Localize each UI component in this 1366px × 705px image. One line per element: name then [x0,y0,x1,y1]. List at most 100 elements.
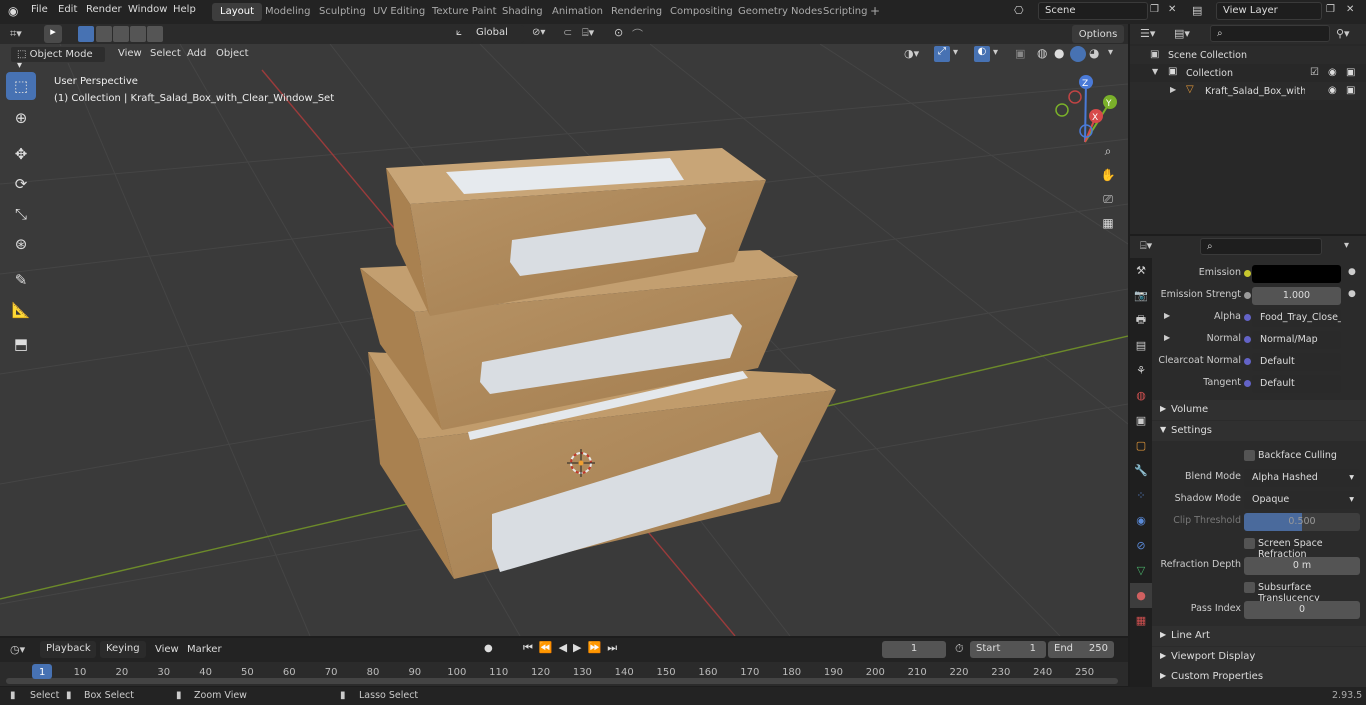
clip-threshold-slider[interactable]: 0.500 [1244,513,1360,531]
camera-icon[interactable]: ⎚ [1098,192,1118,212]
tab-compositing[interactable]: Compositing [662,3,741,21]
select-intersect-icon[interactable] [147,26,163,42]
modifier-tab-icon[interactable]: 🔧 [1130,458,1152,483]
tab-shading[interactable]: Shading [494,3,551,21]
custom-properties-panel-header[interactable]: ▶ Custom Properties [1152,667,1366,687]
properties-editor-icon[interactable]: ⌸▾ [1140,239,1152,253]
data-tab-icon[interactable]: ▽ [1130,558,1152,583]
output-tab-icon[interactable]: 🖶 [1130,308,1152,333]
backface-culling-checkbox[interactable] [1244,450,1255,461]
navigation-gizmo[interactable]: Z Y X [1055,75,1117,143]
solid-shading-icon[interactable]: ● [1054,46,1064,60]
start-frame-field[interactable]: Start 1 [970,641,1046,658]
scale-tool-icon[interactable]: ⤡ [6,200,36,228]
snap-target-icon[interactable]: ⌸▾ [582,26,594,40]
proportional-edit-icon[interactable]: ⊙ [614,26,623,39]
gizmo-dropdown-icon[interactable]: ▾ [953,47,958,58]
camera-render-icon[interactable]: ▣ [1346,67,1355,78]
properties-search-input[interactable]: ⌕ [1200,238,1322,255]
clearcoat-normal-field[interactable]: Default [1252,353,1341,371]
shadow-mode-dropdown[interactable]: Opaque ▾ [1244,491,1360,509]
emission-color-swatch[interactable] [1252,265,1341,283]
falloff-icon[interactable]: ⌒ [632,26,643,42]
select-extend-icon[interactable] [96,26,112,42]
timeline-editor-icon[interactable]: ◷▾ [10,643,25,656]
tab-layout[interactable]: Layout [212,3,262,21]
visibility-icon[interactable]: ◑▾ [904,47,919,60]
tab-rendering[interactable]: Rendering [603,3,670,21]
orientation-dropdown[interactable]: Global [470,25,524,43]
transform-tool-icon[interactable]: ⊛ [6,230,36,258]
perspective-toggle-icon[interactable]: ▦ [1098,216,1118,236]
close-view-layer-icon[interactable]: ✕ [1346,4,1354,15]
scene-tab-icon[interactable]: ⚘ [1130,358,1152,383]
tab-scripting[interactable]: Scripting [815,3,875,21]
gizmo-toggle-icon[interactable]: ⤢ [934,46,950,62]
timeline-scrollbar[interactable] [6,678,1118,684]
tab-uv-editing[interactable]: UV Editing [365,3,433,21]
alpha-expand-icon[interactable]: ▶ [1164,311,1170,320]
sss-row[interactable]: Subsurface Translucency [1152,577,1366,604]
annotate-tool-icon[interactable]: ✎ [6,266,36,294]
pan-hand-icon[interactable]: ✋ [1098,168,1118,188]
particles-tab-icon[interactable]: ⁘ [1130,483,1152,508]
select-new-icon[interactable] [78,26,94,42]
scene-collection-row[interactable]: ▣ Scene Collection [1130,46,1366,64]
menu-add[interactable]: Add [187,48,206,59]
overlay-dropdown-icon[interactable]: ▾ [993,47,998,58]
copy-view-layer-icon[interactable]: ❐ [1326,4,1335,15]
tab-texture-paint[interactable]: Texture Paint [424,3,505,21]
menu-view[interactable]: View [118,48,142,59]
cursor-tool-icon[interactable]: ⊕ [6,104,36,132]
select-box-tool-icon[interactable]: ⬚ [6,72,36,100]
tool-tab-icon[interactable]: ⚒ [1130,258,1152,283]
emission-strength-field[interactable]: 1.000 [1252,287,1341,305]
tangent-socket-icon[interactable] [1244,380,1251,387]
timer-icon[interactable]: ⏱ [955,642,964,656]
scene-field[interactable]: Scene [1038,2,1148,20]
menu-window[interactable]: Window [128,4,167,15]
eye-icon[interactable]: ◉ [1328,67,1337,78]
close-scene-icon[interactable]: ✕ [1168,4,1176,15]
keying-menu[interactable]: Keying [100,641,146,658]
tab-animation[interactable]: Animation [544,3,611,21]
alpha-field[interactable]: Food_Tray_Close_S... [1252,309,1341,327]
options-button[interactable]: Options [1072,25,1124,43]
end-frame-field[interactable]: End 250 [1048,641,1114,658]
select-tool-icon[interactable]: ▸ [44,25,62,43]
viewport-scene[interactable]: Z Y X [0,44,1128,636]
emission-strength-keyframe-icon[interactable]: ● [1348,289,1356,299]
object-camera-icon[interactable]: ▣ [1346,85,1355,96]
world-tab-icon[interactable]: ◍ [1130,383,1152,408]
add-workspace-icon[interactable]: + [870,4,880,18]
blend-mode-dropdown[interactable]: Alpha Hashed ▾ [1244,469,1360,487]
tangent-field[interactable]: Default [1252,375,1341,393]
overlay-toggle-icon[interactable]: ◐ [974,46,990,62]
view-layer-tab-icon[interactable]: ▤ [1130,333,1152,358]
normal-field[interactable]: Normal/Map [1252,331,1341,349]
shading-dropdown-icon[interactable]: ▾ [1108,47,1113,58]
properties-options-icon[interactable]: ▾ [1344,240,1349,251]
object-row[interactable]: ▶ ▽ Kraft_Salad_Box_with_Cl ◉ ▣ [1130,82,1366,100]
emission-keyframe-icon[interactable]: ● [1348,267,1356,277]
wireframe-shading-icon[interactable]: ◍ [1037,46,1047,60]
add-cube-tool-icon[interactable]: ⬒ [6,330,36,358]
filter-icon[interactable]: ⚲▾ [1336,27,1350,40]
copy-scene-icon[interactable]: ❐ [1150,4,1159,15]
playback-menu[interactable]: Playback [40,641,96,658]
zoom-icon[interactable]: ⌕ [1098,144,1118,164]
settings-panel-header[interactable]: ▼ Settings [1152,421,1366,441]
current-frame-field[interactable]: 1 [882,641,946,658]
collapse-icon[interactable]: ▼ [1152,67,1158,76]
select-invert-icon[interactable] [130,26,146,42]
emission-strength-socket-icon[interactable] [1244,292,1251,299]
3d-viewport[interactable]: Z Y X ⬚ Object Mode ▾ View Select Add Ob… [0,44,1128,636]
outliner-editor-icon[interactable]: ☰▾ [1140,27,1155,40]
pivot-icon[interactable]: ⊘▾ [532,27,545,38]
outliner-search-input[interactable]: ⌕ [1210,25,1330,42]
scene-icon[interactable]: ⎔ [1014,4,1024,17]
refraction-depth-field[interactable]: 0 m [1244,557,1360,575]
constraints-tab-icon[interactable]: ⊘ [1130,533,1152,558]
measure-tool-icon[interactable]: 📐 [6,296,36,324]
view-layer-icon[interactable]: ▤ [1192,4,1202,17]
